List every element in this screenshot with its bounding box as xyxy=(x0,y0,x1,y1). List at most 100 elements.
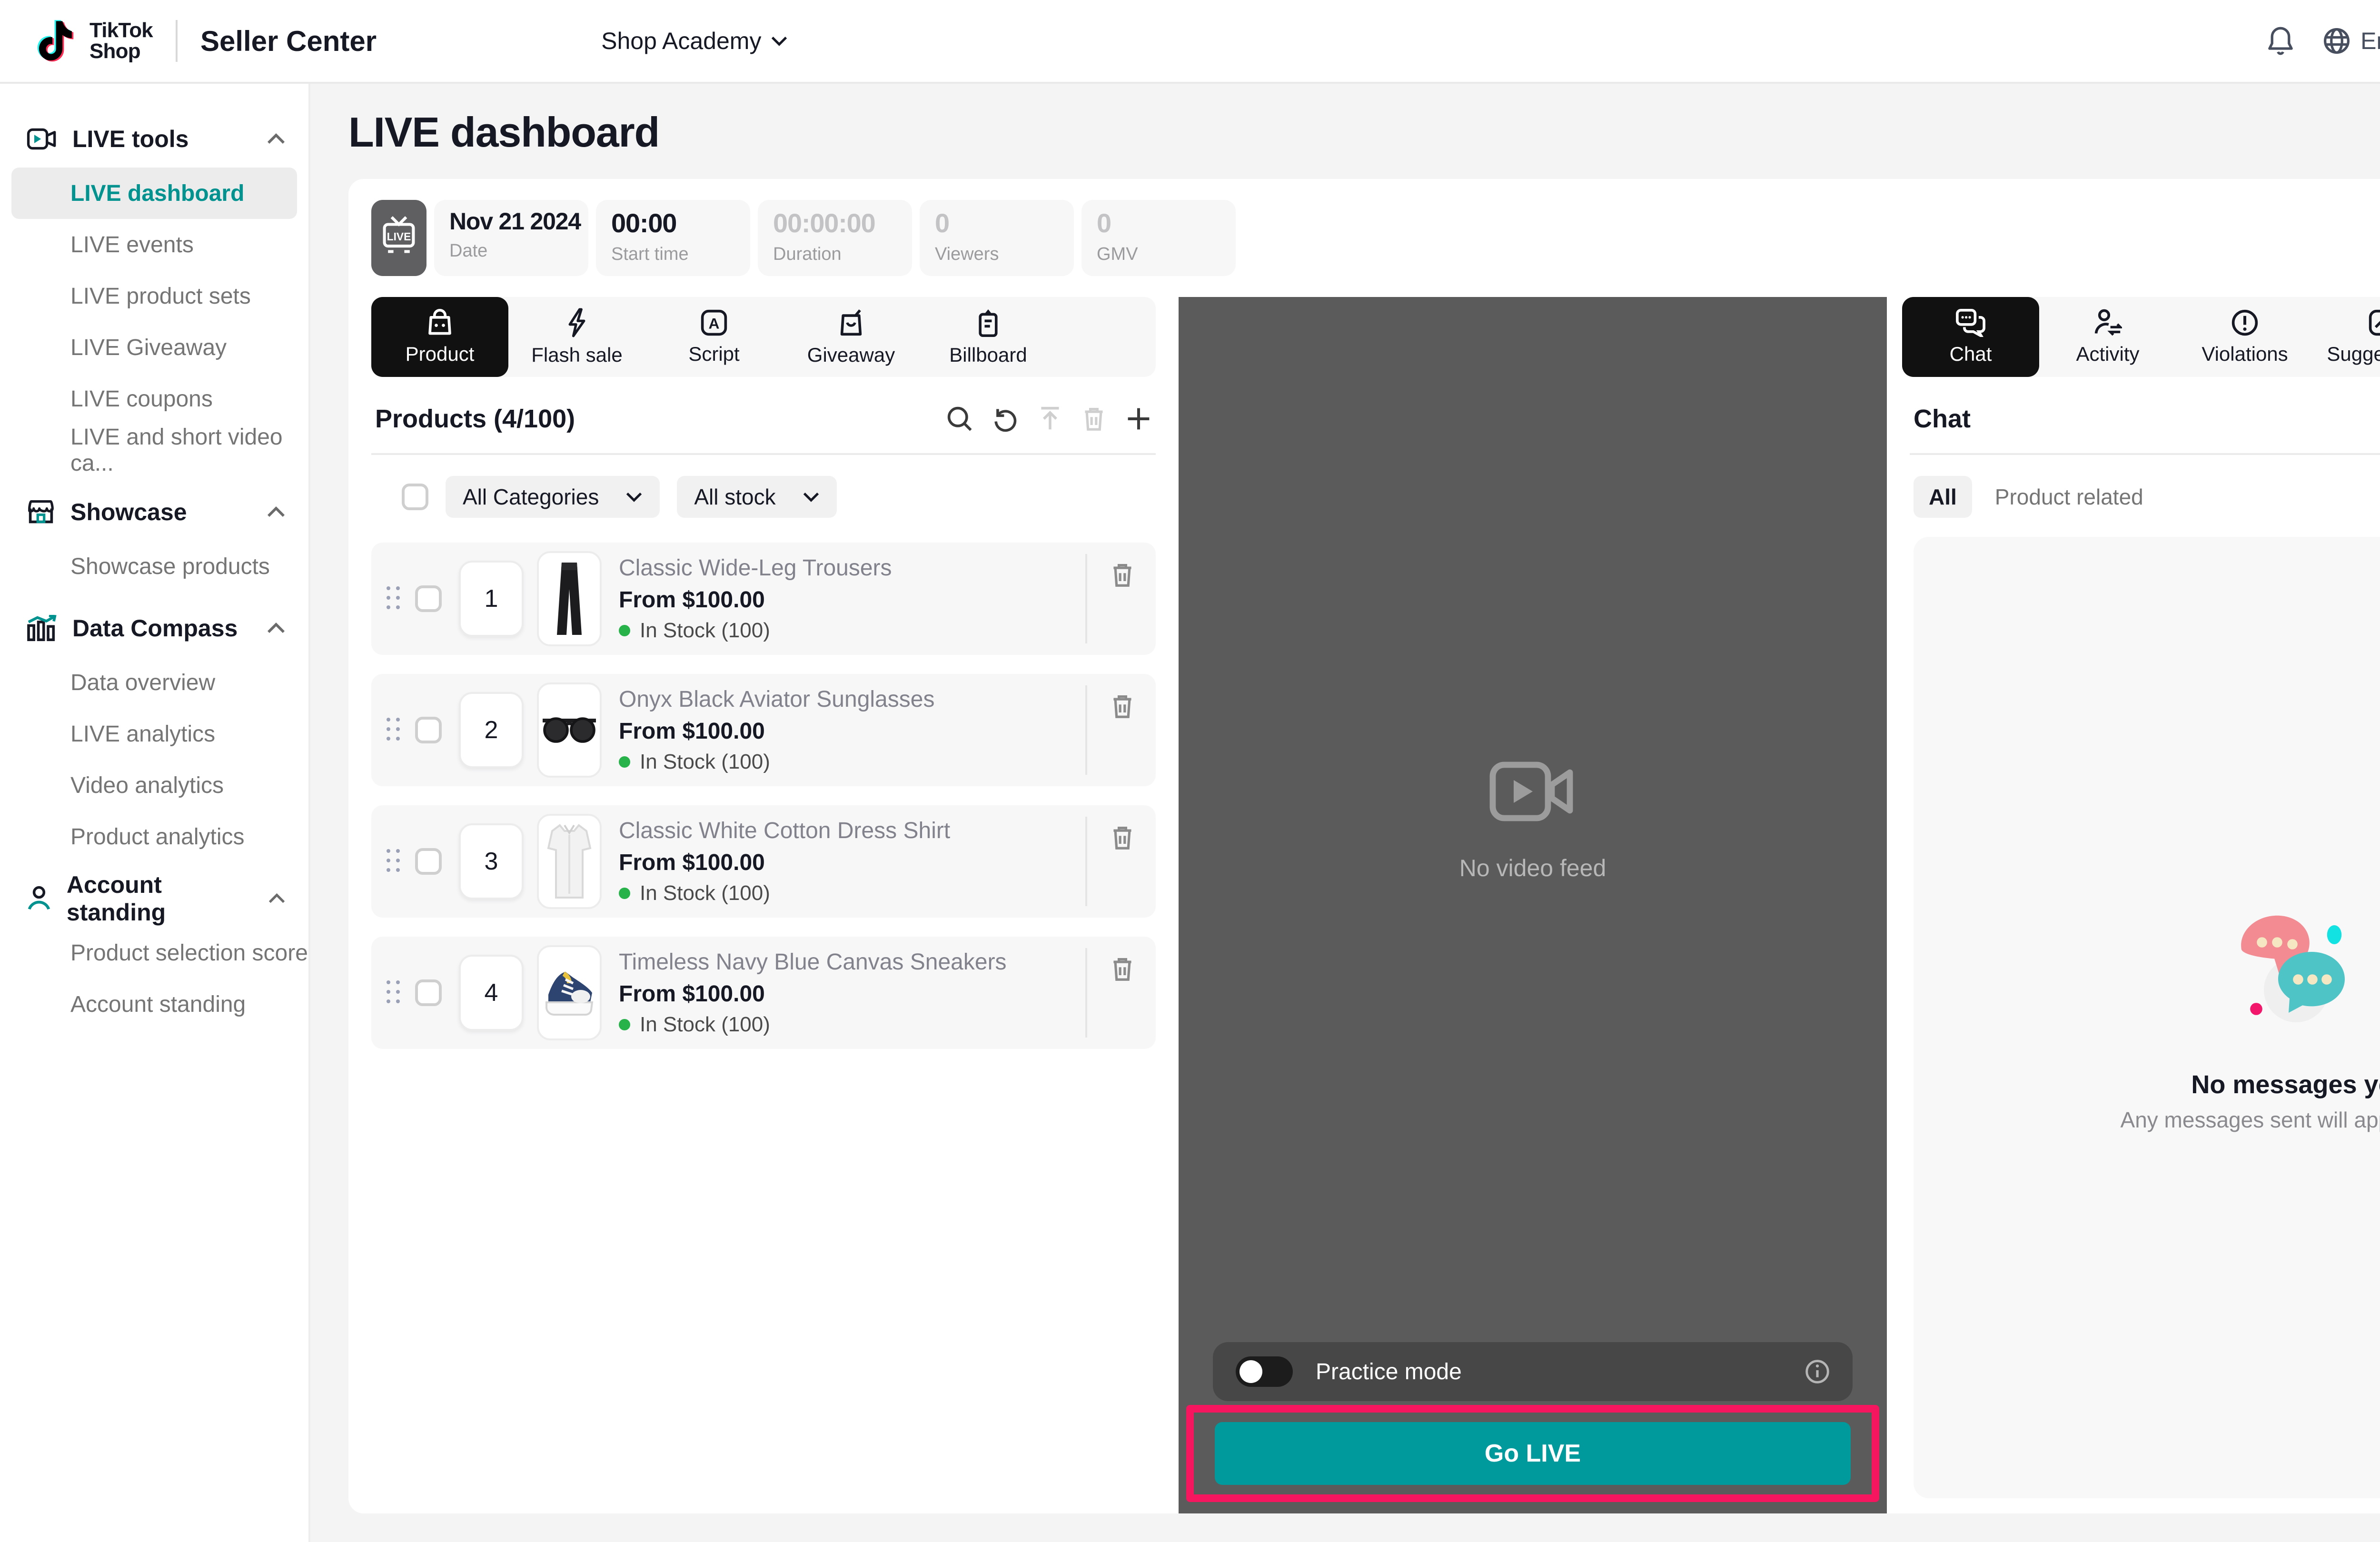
reset-icon[interactable] xyxy=(992,405,1019,432)
sidebar-section-data-compass[interactable]: Data Compass xyxy=(0,600,308,657)
seller-center-title: Seller Center xyxy=(200,25,377,58)
chat-filter-all[interactable]: All xyxy=(1914,476,1972,518)
chat-tabstrip: Chat Activity Violations xyxy=(1902,297,2380,377)
app-window: TikTokShop Seller Center Shop Academy En… xyxy=(0,0,2380,1542)
shop-academy-menu[interactable]: Shop Academy xyxy=(601,27,788,55)
sidebar-item-video-analytics[interactable]: Video analytics xyxy=(0,760,308,811)
stats-row: LIVE Nov 21 2024 Date 00:00 Start time 0… xyxy=(371,200,2380,276)
add-product-icon[interactable] xyxy=(1125,405,1152,432)
chevron-up-icon xyxy=(267,623,286,634)
drag-handle-icon[interactable] xyxy=(387,586,402,611)
divider xyxy=(1910,453,2380,455)
row-checkbox[interactable] xyxy=(415,717,442,743)
product-price: From $100.00 xyxy=(619,850,950,876)
stock-dot-icon xyxy=(619,625,630,636)
product-row[interactable]: 1 Classic Wide-Leg Trousers From $100.00… xyxy=(371,543,1156,655)
drag-handle-icon[interactable] xyxy=(387,980,402,1005)
sidebar-item-live-product-sets[interactable]: LIVE product sets xyxy=(0,270,308,322)
product-order-number[interactable]: 2 xyxy=(459,692,524,768)
person-icon xyxy=(27,884,51,913)
row-checkbox[interactable] xyxy=(415,585,442,612)
row-checkbox[interactable] xyxy=(415,979,442,1006)
sidebar-item-product-analytics[interactable]: Product analytics xyxy=(0,811,308,862)
product-order-number[interactable]: 4 xyxy=(459,955,524,1031)
language-selector[interactable]: English xyxy=(2322,27,2380,55)
row-checkbox[interactable] xyxy=(415,848,442,875)
globe-icon xyxy=(2322,27,2351,55)
stock-dot-icon xyxy=(619,888,630,899)
sidebar-item-showcase-products[interactable]: Showcase products xyxy=(0,541,308,592)
stat-date: Nov 21 2024 Date xyxy=(434,200,588,276)
delete-product-icon[interactable] xyxy=(1110,562,1135,588)
search-icon[interactable] xyxy=(946,405,973,432)
delete-product-icon[interactable] xyxy=(1110,693,1135,720)
sidebar-item-live-analytics[interactable]: LIVE analytics xyxy=(0,708,308,760)
bell-icon[interactable] xyxy=(2265,25,2296,57)
product-row[interactable]: 4 Timeless Navy Blue Canvas Sneakers Fro… xyxy=(371,937,1156,1049)
tab-activity[interactable]: Activity xyxy=(2039,297,2176,377)
delete-icon[interactable] xyxy=(1081,405,1106,432)
chat-filter-product-related[interactable]: Product related xyxy=(1995,484,2143,510)
product-name: Classic Wide-Leg Trousers xyxy=(619,555,892,581)
stock-filter-select[interactable]: All stock xyxy=(677,476,836,518)
tiktok-shop-logo[interactable]: TikTokShop xyxy=(30,16,153,66)
pin-top-icon[interactable] xyxy=(1038,405,1062,432)
select-all-checkbox[interactable] xyxy=(402,484,428,510)
tab-flash-sale[interactable]: Flash sale xyxy=(508,297,645,377)
page-title: LIVE dashboard xyxy=(348,108,659,157)
chat-empty-subtitle: Any messages sent will appear here xyxy=(2121,1107,2380,1133)
sidebar-item-live-coupons[interactable]: LIVE coupons xyxy=(0,373,308,425)
go-live-button[interactable]: Go LIVE xyxy=(1215,1422,1851,1485)
practice-mode-bar: Practice mode xyxy=(1213,1342,1853,1401)
svg-text:LIVE: LIVE xyxy=(387,230,411,243)
tab-chat[interactable]: Chat xyxy=(1902,297,2039,377)
product-row[interactable]: 2 Onyx Black Aviator Sunglasses From $10… xyxy=(371,674,1156,786)
dashboard-card: LIVE Nov 21 2024 Date 00:00 Start time 0… xyxy=(348,179,2380,1513)
tab-billboard[interactable]: Billboard xyxy=(920,297,1057,377)
tab-violations[interactable]: Violations xyxy=(2176,297,2313,377)
sidebar-item-live-dashboard[interactable]: LIVE dashboard xyxy=(11,168,297,219)
sidebar-item-product-selection-score[interactable]: Product selection score xyxy=(0,927,308,979)
drag-handle-icon[interactable] xyxy=(387,718,402,742)
product-name: Timeless Navy Blue Canvas Sneakers xyxy=(619,949,1007,975)
sidebar-item-live-short-video[interactable]: LIVE and short video ca... xyxy=(0,425,308,476)
product-stock: In Stock (100) xyxy=(619,619,892,642)
sidebar-section-account-standing[interactable]: Account standing xyxy=(0,870,308,927)
product-order-number[interactable]: 1 xyxy=(459,561,524,637)
delete-product-icon[interactable] xyxy=(1110,956,1135,982)
lightning-icon xyxy=(565,307,589,338)
tab-product[interactable]: Product xyxy=(371,297,508,377)
bar-chart-icon xyxy=(27,615,57,642)
info-icon[interactable] xyxy=(1805,1359,1830,1384)
sidebar-item-account-standing[interactable]: Account standing xyxy=(0,979,308,1030)
video-camera-icon xyxy=(27,128,57,150)
chevron-down-icon xyxy=(625,491,643,503)
product-image-sunglasses xyxy=(537,682,602,778)
sidebar-item-live-events[interactable]: LIVE events xyxy=(0,219,308,270)
tab-script[interactable]: A Script xyxy=(645,297,783,377)
tab-giveaway[interactable]: Giveaway xyxy=(783,297,920,377)
go-live-highlight-box: Go LIVE xyxy=(1186,1405,1879,1502)
product-image-shirt xyxy=(537,814,602,909)
tab-suggestions[interactable]: Suggestions xyxy=(2313,297,2380,377)
chevron-down-icon xyxy=(771,35,788,47)
category-filter-select[interactable]: All Categories xyxy=(446,476,660,518)
stock-dot-icon xyxy=(619,756,630,768)
sidebar-item-live-giveaway[interactable]: LIVE Giveaway xyxy=(0,322,308,373)
shopping-bag-icon xyxy=(426,308,454,337)
delete-product-icon[interactable] xyxy=(1110,824,1135,851)
header-divider xyxy=(176,20,178,62)
sidebar-section-showcase[interactable]: Showcase xyxy=(0,484,308,541)
svg-text:A: A xyxy=(708,315,719,332)
drag-handle-icon[interactable] xyxy=(387,849,402,874)
product-order-number[interactable]: 3 xyxy=(459,823,524,900)
products-heading: Products (4/100) xyxy=(375,404,575,434)
practice-mode-toggle[interactable] xyxy=(1236,1356,1293,1387)
logo-text: TikTokShop xyxy=(89,20,153,62)
product-row[interactable]: 3 Classic White Cotton Dress Shirt From … xyxy=(371,805,1156,918)
product-stock: In Stock (100) xyxy=(619,881,950,905)
sidebar-item-data-overview[interactable]: Data overview xyxy=(0,657,308,708)
chevron-up-icon xyxy=(267,133,286,145)
no-video-feed-label: No video feed xyxy=(1459,854,1606,882)
sidebar-section-live-tools[interactable]: LIVE tools xyxy=(0,110,308,168)
